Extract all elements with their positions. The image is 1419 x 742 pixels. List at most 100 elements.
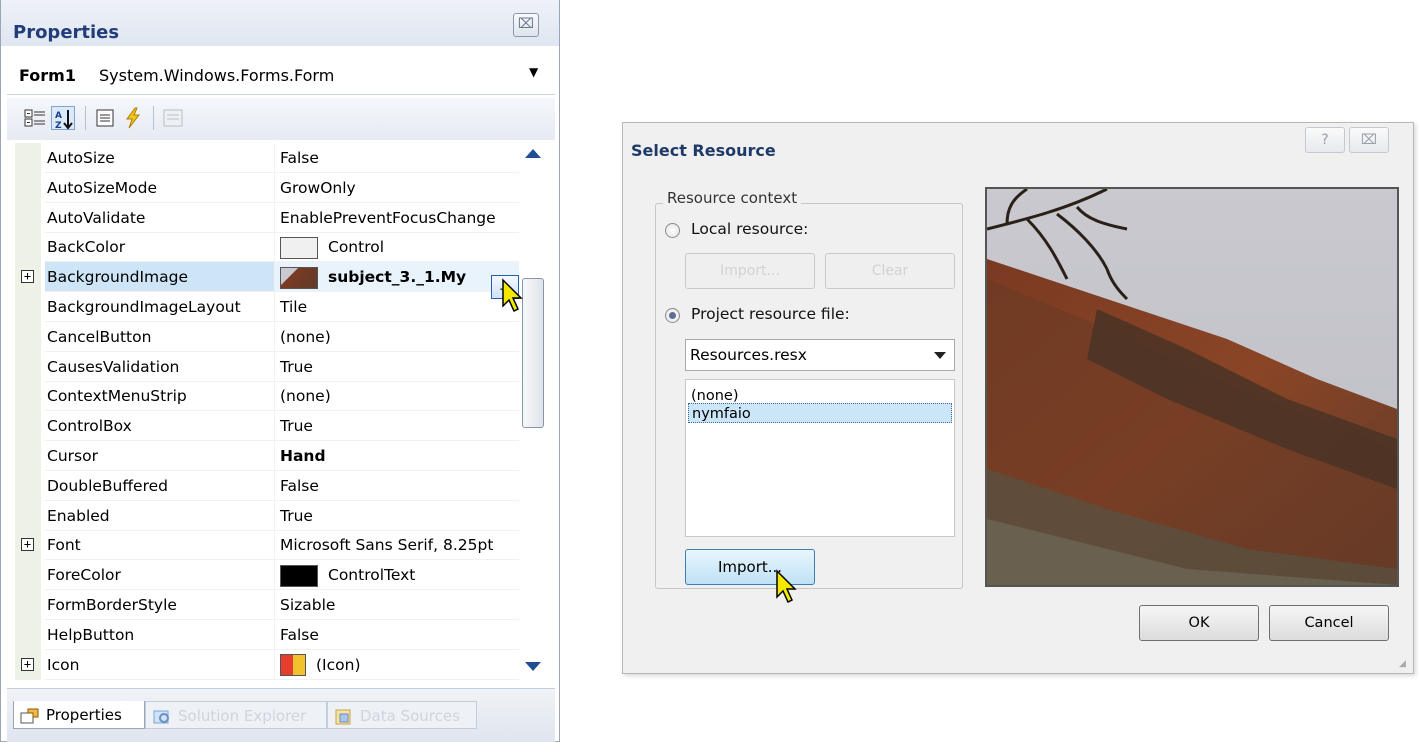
- property-value[interactable]: Hand: [275, 441, 519, 471]
- property-row[interactable]: BackgroundImageLayout Tile: [15, 292, 519, 322]
- categorized-icon[interactable]: [23, 106, 47, 130]
- property-name[interactable]: ContextMenuStrip: [45, 381, 275, 412]
- vertical-scrollbar[interactable]: [519, 143, 547, 680]
- property-name[interactable]: Icon: [45, 649, 275, 680]
- property-value[interactable]: EnablePreventFocusChange: [275, 203, 519, 233]
- property-row[interactable]: Enabled True: [15, 500, 519, 531]
- tab-solution-explorer[interactable]: Solution Explorer: [145, 701, 327, 729]
- close-icon[interactable]: ⌧: [513, 13, 539, 37]
- property-name[interactable]: BackgroundImageLayout: [45, 292, 275, 322]
- scroll-thumb[interactable]: [522, 278, 544, 428]
- property-row[interactable]: + BackgroundImage subject_3._1.My: [15, 262, 519, 293]
- property-value-text: True: [280, 357, 313, 376]
- clear-button[interactable]: Clear: [825, 253, 955, 289]
- property-value-text: EnablePreventFocusChange: [280, 208, 496, 227]
- property-name[interactable]: Enabled: [45, 500, 275, 531]
- property-value[interactable]: Sizable: [275, 590, 519, 620]
- property-value[interactable]: Microsoft Sans Serif, 8.25pt: [275, 530, 519, 561]
- property-row[interactable]: AutoValidate EnablePreventFocusChange: [15, 202, 519, 233]
- property-name[interactable]: DoubleBuffered: [45, 470, 275, 501]
- property-pages-icon[interactable]: [161, 106, 185, 130]
- list-item-selected[interactable]: nymfaio: [688, 403, 952, 423]
- properties-icon[interactable]: [93, 106, 117, 130]
- property-name[interactable]: FormBorderStyle: [45, 590, 275, 620]
- solution-explorer-icon: [152, 707, 172, 725]
- property-name[interactable]: AutoValidate: [45, 202, 275, 233]
- property-row[interactable]: ContextMenuStrip (none): [15, 381, 519, 412]
- chevron-down-icon[interactable]: [934, 352, 946, 359]
- property-row[interactable]: + Font Microsoft Sans Serif, 8.25pt: [15, 530, 519, 561]
- dropdown-arrow-icon[interactable]: ▼: [529, 65, 538, 79]
- local-import-button[interactable]: Import...: [685, 253, 815, 289]
- events-icon[interactable]: [121, 106, 145, 130]
- property-name[interactable]: CausesValidation: [45, 351, 275, 382]
- property-value[interactable]: True: [275, 352, 519, 382]
- property-name[interactable]: ControlBox: [45, 411, 275, 442]
- property-row[interactable]: HelpButton False: [15, 619, 519, 650]
- object-selector[interactable]: Form1 System.Windows.Forms.Form ▼: [7, 55, 555, 95]
- close-icon[interactable]: ⌧: [1349, 127, 1389, 153]
- property-value[interactable]: False: [275, 143, 519, 173]
- property-name[interactable]: BackgroundImage: [45, 262, 275, 293]
- expand-plus-icon[interactable]: +: [21, 270, 34, 284]
- resize-grip-icon[interactable]: ◢: [1399, 659, 1406, 669]
- property-row[interactable]: ControlBox True: [15, 411, 519, 442]
- row-gutter: +: [15, 262, 41, 293]
- property-name[interactable]: HelpButton: [45, 619, 275, 650]
- scroll-down-arrow-icon[interactable]: [525, 662, 541, 671]
- property-value-text: False: [280, 625, 319, 644]
- row-gutter: [15, 202, 41, 233]
- property-name[interactable]: CancelButton: [45, 321, 275, 352]
- project-resource-radio[interactable]: [665, 308, 680, 323]
- property-row[interactable]: BackColor Control: [15, 232, 519, 263]
- property-value[interactable]: (none): [275, 381, 519, 412]
- property-value-text: (none): [280, 327, 331, 346]
- property-value-text: Tile: [280, 298, 308, 316]
- expand-plus-icon[interactable]: +: [21, 538, 34, 552]
- local-resource-radio[interactable]: [665, 223, 680, 238]
- tab-properties[interactable]: Properties: [13, 701, 145, 729]
- property-name[interactable]: BackColor: [45, 232, 275, 263]
- property-value-text: GrowOnly: [280, 178, 356, 197]
- property-value[interactable]: (none): [275, 322, 519, 352]
- resource-listbox[interactable]: (none) nymfaio: [685, 379, 955, 537]
- help-icon[interactable]: ?: [1305, 127, 1345, 153]
- tab-data-sources[interactable]: Data Sources: [327, 701, 477, 729]
- property-row[interactable]: + Icon (Icon): [15, 649, 519, 680]
- property-name[interactable]: AutoSize: [45, 143, 275, 173]
- property-name[interactable]: ForeColor: [45, 560, 275, 591]
- scroll-up-arrow-icon[interactable]: [525, 149, 541, 158]
- property-value[interactable]: ControlText: [275, 560, 519, 591]
- ok-button[interactable]: OK: [1139, 605, 1259, 641]
- alphabetical-icon[interactable]: AZ: [51, 106, 75, 131]
- row-gutter: [15, 441, 41, 471]
- property-name[interactable]: AutoSizeMode: [45, 172, 275, 203]
- property-value[interactable]: Tile: [275, 292, 519, 322]
- property-row[interactable]: AutoSizeMode GrowOnly: [15, 172, 519, 203]
- property-row[interactable]: CancelButton (none): [15, 321, 519, 352]
- resource-file-dropdown[interactable]: Resources.resx: [685, 339, 955, 371]
- property-row[interactable]: ForeColor ControlText: [15, 560, 519, 591]
- property-name[interactable]: Cursor: [45, 441, 275, 471]
- row-gutter: +: [15, 649, 41, 680]
- property-value[interactable]: True: [275, 501, 519, 531]
- property-value[interactable]: (Icon): [275, 650, 519, 680]
- property-row[interactable]: DoubleBuffered False: [15, 470, 519, 501]
- property-value[interactable]: Control: [275, 232, 519, 263]
- property-value[interactable]: subject_3._1.My: [275, 262, 519, 293]
- property-row[interactable]: AutoSize False: [15, 143, 519, 173]
- expand-plus-icon[interactable]: +: [21, 657, 34, 671]
- property-value[interactable]: GrowOnly: [275, 173, 519, 203]
- property-row[interactable]: CausesValidation True: [15, 351, 519, 382]
- property-value[interactable]: False: [275, 471, 519, 501]
- property-name[interactable]: Font: [45, 530, 275, 561]
- row-gutter: [15, 292, 41, 322]
- property-value-text: False: [280, 476, 319, 495]
- property-value[interactable]: False: [275, 620, 519, 650]
- property-row[interactable]: Cursor Hand: [15, 441, 519, 471]
- property-value[interactable]: True: [275, 411, 519, 442]
- property-row[interactable]: FormBorderStyle Sizable: [15, 590, 519, 620]
- properties-window: Properties ⌧ Form1 System.Windows.Forms.…: [0, 0, 560, 742]
- toolbar-separator: [153, 106, 154, 130]
- cancel-button[interactable]: Cancel: [1269, 605, 1389, 641]
